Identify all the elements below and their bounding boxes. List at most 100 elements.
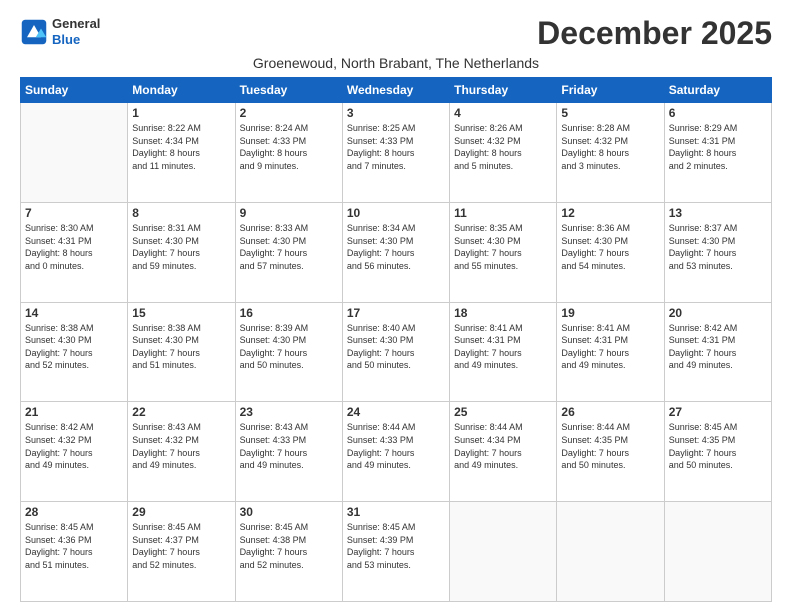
logo-icon	[20, 18, 48, 46]
cell-info: Sunrise: 8:41 AM Sunset: 4:31 PM Dayligh…	[454, 322, 552, 372]
cell-info: Sunrise: 8:40 AM Sunset: 4:30 PM Dayligh…	[347, 322, 445, 372]
cell-info: Sunrise: 8:44 AM Sunset: 4:35 PM Dayligh…	[561, 421, 659, 471]
calendar-week-4: 28 Sunrise: 8:45 AM Sunset: 4:36 PM Dayli…	[21, 502, 772, 602]
cell-info: Sunrise: 8:45 AM Sunset: 4:37 PM Dayligh…	[132, 521, 230, 571]
cell-info: Sunrise: 8:24 AM Sunset: 4:33 PM Dayligh…	[240, 122, 338, 172]
calendar-cell: 20 Sunrise: 8:42 AM Sunset: 4:31 PM Dayli…	[664, 302, 771, 402]
logo: General Blue	[20, 16, 100, 47]
day-number: 13	[669, 206, 767, 220]
cell-info: Sunrise: 8:30 AM Sunset: 4:31 PM Dayligh…	[25, 222, 123, 272]
calendar-cell	[450, 502, 557, 602]
header-wednesday: Wednesday	[342, 78, 449, 103]
logo-blue: Blue	[52, 32, 100, 48]
calendar-cell: 6Sunrise: 8:29 AM Sunset: 4:31 PM Daylig…	[664, 103, 771, 203]
page: General Blue December 2025 Groenewoud, N…	[0, 0, 792, 612]
header-sunday: Sunday	[21, 78, 128, 103]
cell-info: Sunrise: 8:28 AM Sunset: 4:32 PM Dayligh…	[561, 122, 659, 172]
calendar-cell: 28 Sunrise: 8:45 AM Sunset: 4:36 PM Dayli…	[21, 502, 128, 602]
calendar-cell: 29 Sunrise: 8:45 AM Sunset: 4:37 PM Dayli…	[128, 502, 235, 602]
cell-info: Sunrise: 8:45 AM Sunset: 4:39 PM Dayligh…	[347, 521, 445, 571]
day-number: 15	[132, 306, 230, 320]
day-number: 7	[25, 206, 123, 220]
cell-info: Sunrise: 8:25 AM Sunset: 4:33 PM Dayligh…	[347, 122, 445, 172]
day-number: 3	[347, 106, 445, 120]
calendar-cell	[664, 502, 771, 602]
header-tuesday: Tuesday	[235, 78, 342, 103]
day-number: 2	[240, 106, 338, 120]
day-number: 28	[25, 505, 123, 519]
day-number: 17	[347, 306, 445, 320]
calendar-cell: 10 Sunrise: 8:34 AM Sunset: 4:30 PM Dayli…	[342, 202, 449, 302]
calendar-cell: 17 Sunrise: 8:40 AM Sunset: 4:30 PM Dayli…	[342, 302, 449, 402]
calendar-cell: 13 Sunrise: 8:37 AM Sunset: 4:30 PM Dayli…	[664, 202, 771, 302]
day-number: 12	[561, 206, 659, 220]
calendar-cell: 7 Sunrise: 8:30 AM Sunset: 4:31 PM Daylig…	[21, 202, 128, 302]
logo-general: General	[52, 16, 100, 32]
calendar-cell: 15Sunrise: 8:38 AM Sunset: 4:30 PM Dayli…	[128, 302, 235, 402]
header-monday: Monday	[128, 78, 235, 103]
day-number: 20	[669, 306, 767, 320]
cell-info: Sunrise: 8:26 AM Sunset: 4:32 PM Dayligh…	[454, 122, 552, 172]
calendar-cell: 31 Sunrise: 8:45 AM Sunset: 4:39 PM Dayli…	[342, 502, 449, 602]
day-number: 19	[561, 306, 659, 320]
calendar-cell: 19Sunrise: 8:41 AM Sunset: 4:31 PM Dayli…	[557, 302, 664, 402]
calendar-cell: 25Sunrise: 8:44 AM Sunset: 4:34 PM Dayli…	[450, 402, 557, 502]
calendar-cell	[557, 502, 664, 602]
day-number: 5	[561, 106, 659, 120]
header: General Blue December 2025	[20, 16, 772, 51]
header-saturday: Saturday	[664, 78, 771, 103]
calendar-cell: 30 Sunrise: 8:45 AM Sunset: 4:38 PM Dayli…	[235, 502, 342, 602]
cell-info: Sunrise: 8:31 AM Sunset: 4:30 PM Dayligh…	[132, 222, 230, 272]
day-number: 24	[347, 405, 445, 419]
calendar-cell: 3 Sunrise: 8:25 AM Sunset: 4:33 PM Daylig…	[342, 103, 449, 203]
subtitle: Groenewoud, North Brabant, The Netherlan…	[20, 55, 772, 71]
calendar-cell: 21Sunrise: 8:42 AM Sunset: 4:32 PM Dayli…	[21, 402, 128, 502]
day-number: 29	[132, 505, 230, 519]
day-number: 26	[561, 405, 659, 419]
header-friday: Friday	[557, 78, 664, 103]
calendar-header-row: Sunday Monday Tuesday Wednesday Thursday…	[21, 78, 772, 103]
cell-info: Sunrise: 8:33 AM Sunset: 4:30 PM Dayligh…	[240, 222, 338, 272]
day-number: 31	[347, 505, 445, 519]
cell-info: Sunrise: 8:43 AM Sunset: 4:32 PM Dayligh…	[132, 421, 230, 471]
cell-info: Sunrise: 8:22 AM Sunset: 4:34 PM Dayligh…	[132, 122, 230, 172]
calendar-cell: 14Sunrise: 8:38 AM Sunset: 4:30 PM Dayli…	[21, 302, 128, 402]
calendar-cell: 27 Sunrise: 8:45 AM Sunset: 4:35 PM Dayli…	[664, 402, 771, 502]
title-block: December 2025	[537, 16, 772, 51]
cell-info: Sunrise: 8:39 AM Sunset: 4:30 PM Dayligh…	[240, 322, 338, 372]
cell-info: Sunrise: 8:37 AM Sunset: 4:30 PM Dayligh…	[669, 222, 767, 272]
calendar-cell: 12Sunrise: 8:36 AM Sunset: 4:30 PM Dayli…	[557, 202, 664, 302]
calendar-week-3: 21Sunrise: 8:42 AM Sunset: 4:32 PM Dayli…	[21, 402, 772, 502]
calendar-cell: 23Sunrise: 8:43 AM Sunset: 4:33 PM Dayli…	[235, 402, 342, 502]
cell-info: Sunrise: 8:42 AM Sunset: 4:32 PM Dayligh…	[25, 421, 123, 471]
calendar-cell: 1 Sunrise: 8:22 AM Sunset: 4:34 PM Daylig…	[128, 103, 235, 203]
day-number: 8	[132, 206, 230, 220]
day-number: 6	[669, 106, 767, 120]
cell-info: Sunrise: 8:34 AM Sunset: 4:30 PM Dayligh…	[347, 222, 445, 272]
day-number: 16	[240, 306, 338, 320]
day-number: 18	[454, 306, 552, 320]
day-number: 27	[669, 405, 767, 419]
cell-info: Sunrise: 8:44 AM Sunset: 4:34 PM Dayligh…	[454, 421, 552, 471]
cell-info: Sunrise: 8:42 AM Sunset: 4:31 PM Dayligh…	[669, 322, 767, 372]
day-number: 9	[240, 206, 338, 220]
cell-info: Sunrise: 8:44 AM Sunset: 4:33 PM Dayligh…	[347, 421, 445, 471]
calendar-cell: 22 Sunrise: 8:43 AM Sunset: 4:32 PM Dayli…	[128, 402, 235, 502]
day-number: 11	[454, 206, 552, 220]
calendar-table: Sunday Monday Tuesday Wednesday Thursday…	[20, 77, 772, 602]
cell-info: Sunrise: 8:45 AM Sunset: 4:38 PM Dayligh…	[240, 521, 338, 571]
month-title: December 2025	[537, 16, 772, 51]
calendar-cell: 2 Sunrise: 8:24 AM Sunset: 4:33 PM Daylig…	[235, 103, 342, 203]
day-number: 14	[25, 306, 123, 320]
calendar-cell	[21, 103, 128, 203]
cell-info: Sunrise: 8:45 AM Sunset: 4:36 PM Dayligh…	[25, 521, 123, 571]
calendar-cell: 4Sunrise: 8:26 AM Sunset: 4:32 PM Daylig…	[450, 103, 557, 203]
calendar-week-0: 1 Sunrise: 8:22 AM Sunset: 4:34 PM Daylig…	[21, 103, 772, 203]
cell-info: Sunrise: 8:45 AM Sunset: 4:35 PM Dayligh…	[669, 421, 767, 471]
day-number: 22	[132, 405, 230, 419]
day-number: 30	[240, 505, 338, 519]
day-number: 1	[132, 106, 230, 120]
calendar-cell: 24 Sunrise: 8:44 AM Sunset: 4:33 PM Dayli…	[342, 402, 449, 502]
day-number: 23	[240, 405, 338, 419]
day-number: 10	[347, 206, 445, 220]
